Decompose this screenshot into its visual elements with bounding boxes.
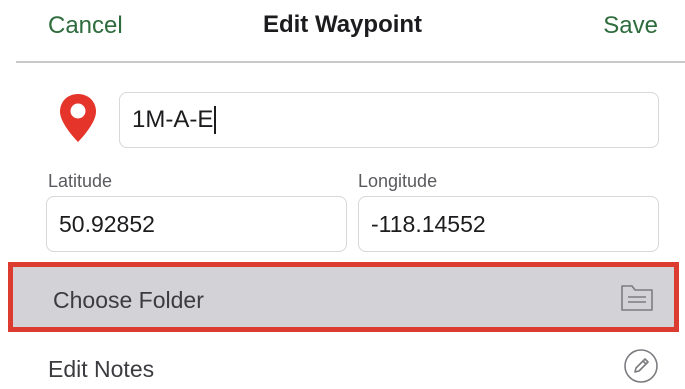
waypoint-name-value: 1M-A-E	[132, 106, 214, 133]
longitude-value: -118.14552	[371, 210, 486, 237]
choose-folder-label: Choose Folder	[53, 287, 204, 313]
pencil-icon	[623, 348, 659, 384]
save-button[interactable]: Save	[603, 12, 658, 40]
choose-folder-row[interactable]: Choose Folder	[8, 262, 679, 332]
latitude-label: Latitude	[48, 171, 113, 191]
waypoint-name-input[interactable]: 1M-A-E	[119, 92, 659, 148]
longitude-input[interactable]: -118.14552	[358, 196, 659, 252]
longitude-label: Longitude	[358, 171, 438, 191]
page-title: Edit Waypoint	[262, 11, 423, 38]
edit-notes-row[interactable]: Edit Notes	[0, 340, 685, 385]
text-cursor	[214, 106, 217, 134]
navigation-bar: Cancel Edit Waypoint Save	[0, 0, 685, 60]
latitude-value: 50.92852	[59, 210, 155, 237]
map-pin-icon[interactable]	[58, 92, 98, 144]
header-divider	[16, 61, 685, 63]
folder-icon	[620, 282, 654, 312]
edit-notes-label: Edit Notes	[48, 356, 155, 382]
latitude-input[interactable]: 50.92852	[46, 196, 347, 252]
